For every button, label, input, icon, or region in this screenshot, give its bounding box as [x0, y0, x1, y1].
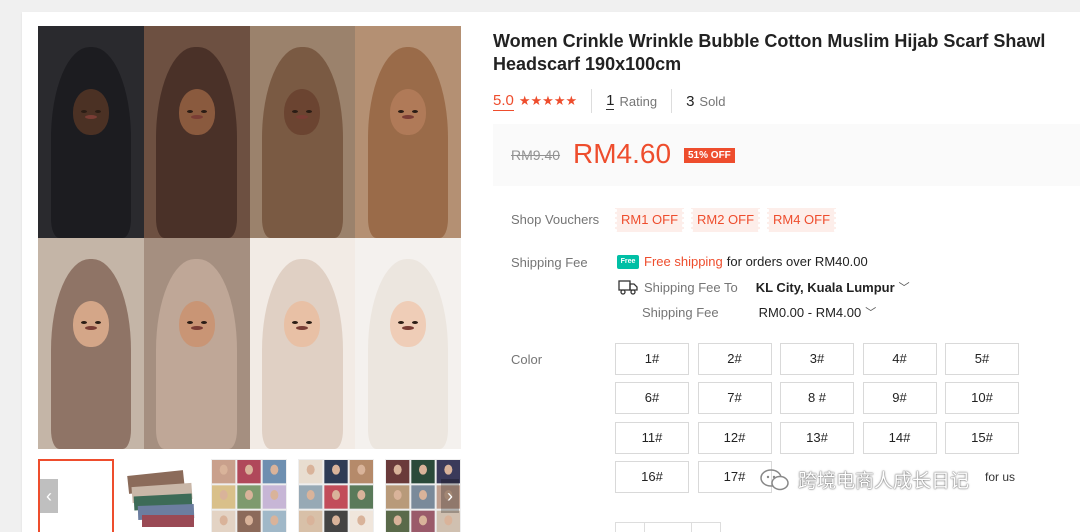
color-option-3[interactable]: 3#: [780, 343, 854, 375]
color-option-14[interactable]: 14#: [862, 421, 937, 454]
shipping-to-line: Shipping Fee To KL City, Kuala Lumpur ﹀: [618, 279, 910, 295]
color-option-15[interactable]: 15#: [945, 421, 1019, 454]
thumbnail-2[interactable]: [124, 459, 200, 532]
thumbnail-prev-button[interactable]: ‹: [40, 479, 58, 513]
thumbnail-3[interactable]: [211, 459, 287, 532]
color-option-1[interactable]: 1#: [615, 343, 689, 375]
color-option-10[interactable]: 10#: [945, 382, 1019, 415]
shipping-label: Shipping Fee: [511, 255, 588, 270]
watermark-text: 跨境电商人成长日记: [798, 471, 970, 492]
color-label: Color: [511, 352, 543, 367]
shipping-fee-value[interactable]: RM0.00 - RM4.00: [759, 305, 862, 320]
current-price: RM4.60: [573, 138, 672, 169]
color-option-12[interactable]: 12#: [697, 421, 772, 454]
truck-icon: [618, 280, 638, 295]
color-grid-image: [298, 459, 374, 532]
star-icons: ★★★★★: [518, 93, 578, 108]
model-photo-3: [249, 26, 356, 238]
model-photo-8: [355, 237, 461, 449]
rating-score[interactable]: 5.0: [493, 92, 514, 111]
vouchers-label: Shop Vouchers: [511, 212, 600, 227]
model-photo-1: [38, 26, 144, 238]
color-option-2[interactable]: 2#: [697, 343, 772, 375]
free-shipping-text: Free shipping: [644, 254, 723, 269]
rating-row: 5.0 ★★★★★ 1 Rating 3 Sold: [493, 89, 726, 113]
voucher-rm4[interactable]: RM4 OFF: [765, 208, 838, 232]
price-section: RM9.40 RM4.60 51% OFF: [493, 124, 1080, 186]
original-price: RM9.40: [511, 147, 561, 163]
divider: [591, 89, 593, 113]
sold-label: Sold: [699, 93, 726, 109]
product-title: Women Crinkle Wrinkle Bubble Cotton Musl…: [493, 31, 1046, 74]
shipping-destination[interactable]: KL City, Kuala Lumpur: [756, 280, 895, 295]
color-grid-image: [211, 459, 287, 532]
free-shipping-icon: Free: [617, 254, 639, 269]
quantity-decrease-button[interactable]: [615, 522, 645, 532]
shipping-fee-label: Shipping Fee: [642, 304, 719, 320]
discount-badge: 51% OFF: [684, 148, 735, 163]
color-option-9[interactable]: 9#: [862, 382, 937, 415]
chevron-down-icon[interactable]: ﹀: [865, 304, 876, 320]
color-option-11[interactable]: 11#: [615, 421, 689, 454]
color-option-13[interactable]: 13#: [780, 421, 854, 454]
model-photo-5: [38, 237, 144, 449]
wechat-icon: [760, 468, 789, 490]
color-option-16[interactable]: 16#: [615, 460, 689, 493]
folded-scarves-image: [124, 459, 200, 532]
quantity-increase-button[interactable]: [691, 522, 721, 532]
color-option-8[interactable]: 8 #: [780, 382, 854, 415]
color-option-6[interactable]: 6#: [615, 382, 689, 415]
thumbnail-next-button[interactable]: ›: [441, 479, 459, 513]
shipping-to-label: Shipping Fee To: [644, 279, 738, 295]
model-photo-7: [249, 237, 356, 449]
watermark: 跨境电商人成长日记: [760, 466, 969, 493]
chevron-down-icon[interactable]: ﹀: [899, 279, 910, 295]
shipping-fee-line: Shipping Fee RM0.00 - RM4.00 ﹀: [642, 304, 876, 320]
rating-count[interactable]: 1: [606, 92, 615, 110]
main-product-image[interactable]: [38, 26, 461, 449]
divider: [671, 89, 673, 113]
partial-text: for us: [985, 470, 1016, 484]
voucher-rm2[interactable]: RM2 OFF: [689, 208, 762, 232]
quantity-input[interactable]: [644, 522, 692, 532]
chevron-right-icon: ›: [447, 486, 453, 506]
thumbnail-strip: ‹ ›: [38, 457, 461, 532]
color-option-5[interactable]: 5#: [945, 343, 1019, 375]
color-option-4[interactable]: 4#: [862, 343, 937, 375]
color-option-7[interactable]: 7#: [697, 382, 772, 415]
free-shipping-condition: for orders over RM40.00: [726, 254, 868, 269]
rating-label: Rating: [619, 93, 658, 109]
free-shipping-line: Free Free shipping for orders over RM40.…: [617, 254, 868, 269]
voucher-rm1[interactable]: RM1 OFF: [613, 208, 686, 232]
thumbnail-4[interactable]: [298, 459, 374, 532]
chevron-left-icon: ‹: [46, 486, 52, 506]
sold-count: 3: [686, 92, 695, 110]
model-photo-2: [143, 26, 250, 238]
model-photo-6: [143, 237, 250, 449]
model-photo-4: [355, 26, 461, 238]
